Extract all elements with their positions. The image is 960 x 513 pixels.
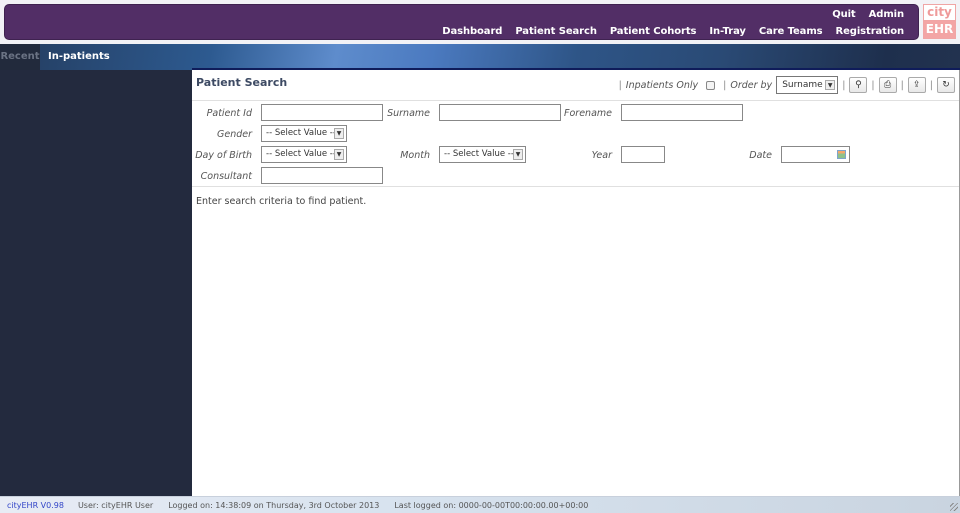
version-label[interactable]: cityEHR V0.98 — [7, 501, 64, 510]
logged-on-label: Logged on: 14:38:09 on Thursday, 3rd Oct… — [168, 500, 380, 510]
page-title: Patient Search — [196, 76, 288, 89]
sidebar — [0, 70, 192, 496]
export-icon: ⇪ — [913, 80, 921, 90]
month-label: Month — [400, 150, 430, 161]
print-icon: ⎙ — [883, 80, 892, 90]
forename-label: Forename — [564, 108, 612, 119]
calendar-icon[interactable] — [837, 150, 846, 159]
nav-row-main: Dashboard Patient Search Patient Cohorts… — [442, 24, 904, 40]
separator: | — [842, 79, 846, 91]
nav-quit[interactable]: Quit — [832, 7, 856, 23]
nav-admin[interactable]: Admin — [869, 7, 904, 23]
nav-patient-cohorts[interactable]: Patient Cohorts — [610, 24, 697, 40]
tab-in-patients[interactable]: In-patients — [40, 44, 110, 70]
consultant-input[interactable] — [261, 167, 383, 184]
search-button[interactable]: ⚲ — [849, 77, 868, 93]
surname-input[interactable] — [439, 104, 561, 121]
gender-select[interactable]: -- Select Value -- ▼ — [261, 125, 347, 142]
nav-row-utility: Quit Admin — [442, 7, 904, 23]
date-label: Date — [749, 150, 772, 161]
inpatients-only-label: Inpatients Only — [625, 79, 699, 91]
nav-in-tray[interactable]: In-Tray — [709, 24, 746, 40]
nav-registration[interactable]: Registration — [836, 24, 905, 40]
order-by-value: Surname — [782, 80, 823, 90]
patient-id-input[interactable] — [261, 104, 383, 121]
chevron-down-icon: ▼ — [825, 80, 836, 90]
year-label: Year — [591, 150, 612, 161]
resize-grip-icon[interactable] — [950, 503, 958, 511]
nav-patient-search[interactable]: Patient Search — [515, 24, 597, 40]
surname-label: Surname — [387, 108, 430, 119]
reset-button[interactable]: ↻ — [937, 77, 955, 93]
logo-ehr-text: EHR — [924, 21, 955, 38]
day-of-birth-select[interactable]: -- Select Value -- ▼ — [261, 146, 347, 163]
chevron-down-icon: ▼ — [513, 149, 523, 160]
patient-search-panel: Patient Search | Inpatients Only | Order… — [192, 70, 960, 496]
nav-care-teams[interactable]: Care Teams — [759, 24, 823, 40]
inpatients-only-checkbox[interactable] — [706, 80, 716, 90]
print-button[interactable]: ⎙ — [878, 77, 897, 93]
year-input[interactable] — [621, 146, 665, 163]
separator: | — [618, 79, 622, 91]
cityehr-logo: city EHR — [923, 4, 956, 39]
consultant-label: Consultant — [200, 171, 252, 182]
user-label: User: cityEHR User — [77, 500, 154, 510]
chevron-down-icon: ▼ — [334, 128, 344, 139]
divider — [192, 100, 959, 101]
search-icon: ⚲ — [855, 80, 862, 90]
day-of-birth-label: Day of Birth — [195, 150, 252, 161]
separator: | — [871, 79, 875, 91]
tab-bar: Recent In-patients — [0, 44, 960, 70]
reset-icon: ↻ — [942, 80, 950, 90]
forename-input[interactable] — [621, 104, 743, 121]
gender-label: Gender — [216, 129, 252, 140]
day-of-birth-value: -- Select Value -- — [266, 149, 336, 159]
divider — [192, 186, 959, 187]
top-header: Quit Admin Dashboard Patient Search Pati… — [0, 0, 960, 44]
separator: | — [723, 79, 727, 91]
gender-value: -- Select Value -- — [266, 128, 336, 138]
export-button[interactable]: ⇪ — [907, 77, 926, 93]
app-window: Quit Admin Dashboard Patient Search Pati… — [0, 0, 960, 513]
month-select[interactable]: -- Select Value -- ▼ — [439, 146, 526, 163]
separator: | — [929, 79, 933, 91]
order-by-label: Order by — [730, 79, 773, 91]
search-toolbar: | Inpatients Only | Order by Surname ▼ |… — [615, 76, 955, 94]
month-value: -- Select Value -- — [444, 149, 514, 159]
date-input[interactable] — [781, 146, 850, 163]
separator: | — [900, 79, 904, 91]
last-logged-on-label: Last logged on: 0000-00-00T00:00:00.00+0… — [394, 500, 589, 510]
chevron-down-icon: ▼ — [334, 149, 344, 160]
search-message: Enter search criteria to find patient. — [196, 196, 367, 207]
patient-id-label: Patient Id — [206, 108, 252, 119]
nav-dashboard[interactable]: Dashboard — [442, 24, 502, 40]
main-nav: Quit Admin Dashboard Patient Search Pati… — [4, 4, 919, 40]
tab-recent[interactable]: Recent — [0, 44, 40, 70]
order-by-select[interactable]: Surname ▼ — [776, 76, 839, 94]
status-bar: cityEHR V0.98 User: cityEHR User Logged … — [0, 496, 960, 513]
logo-city-text: city — [924, 5, 955, 21]
